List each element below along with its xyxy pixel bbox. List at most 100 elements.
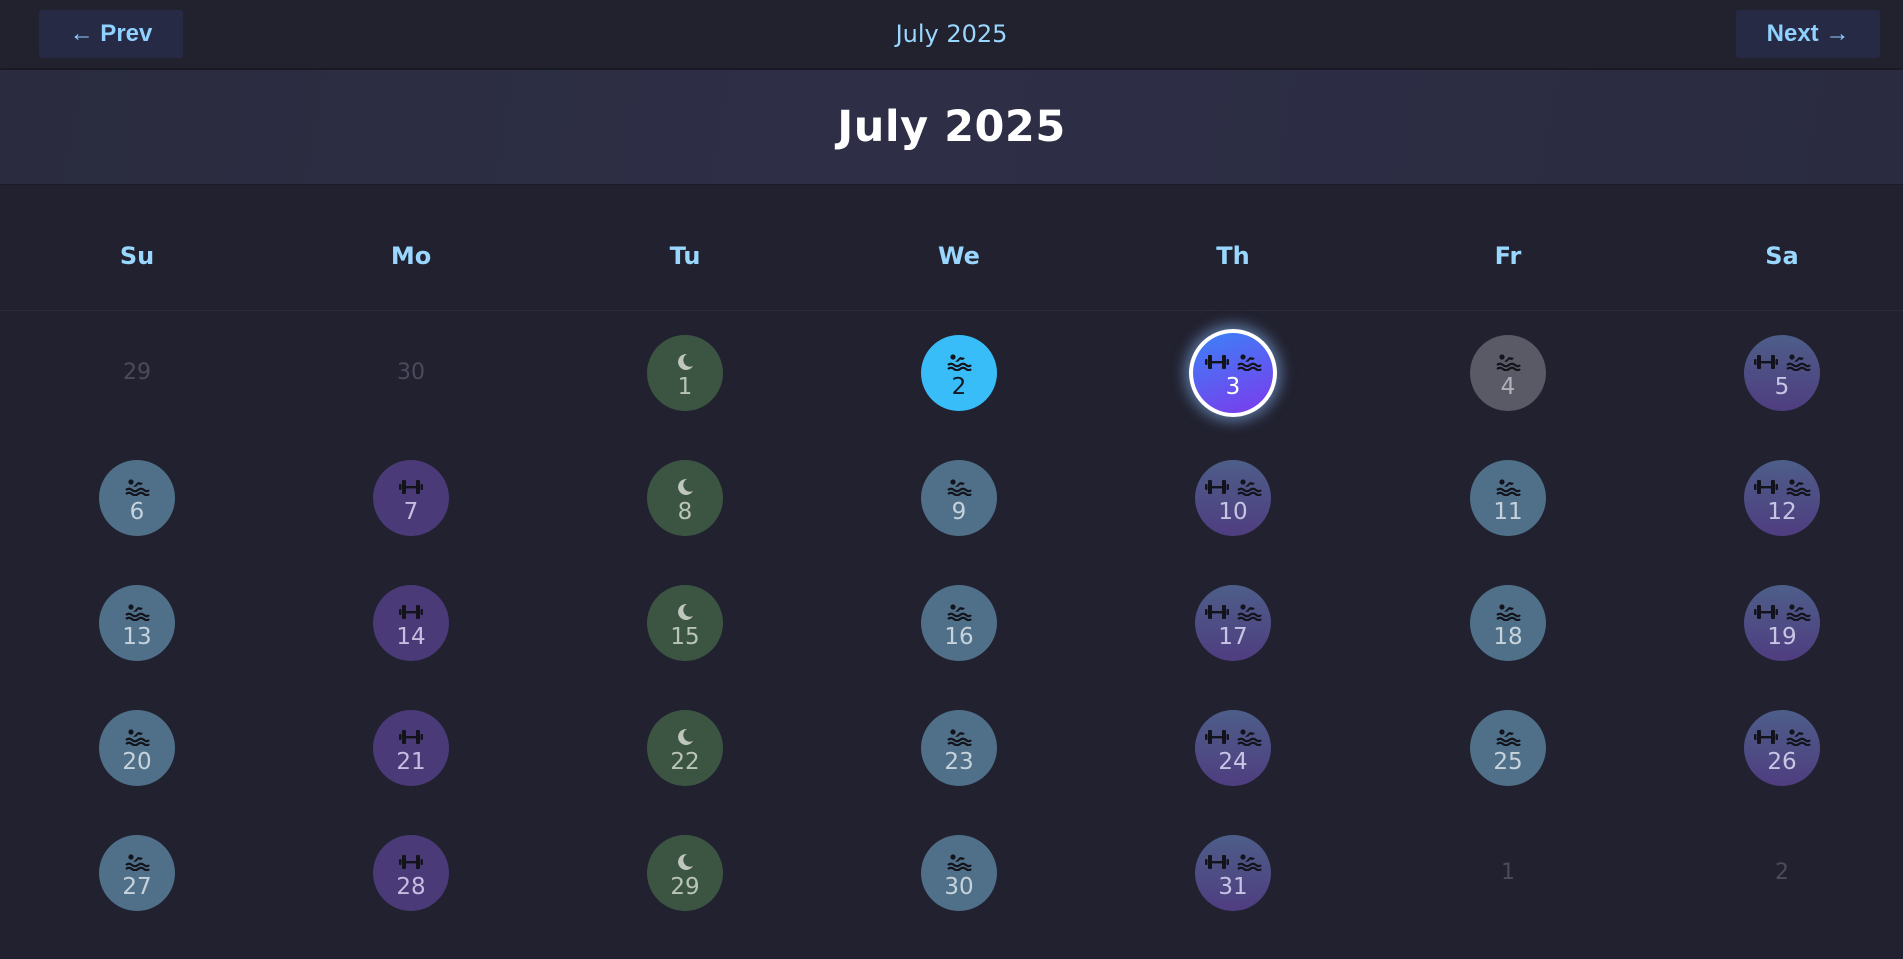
day-number: 4 <box>1500 373 1516 400</box>
calendar-day-4[interactable]: 4 <box>1470 335 1546 411</box>
day-number: 6 <box>129 498 145 525</box>
day-activity-icons <box>675 351 695 373</box>
day-number: 10 <box>1218 498 1248 525</box>
day-activity-icons <box>124 851 150 873</box>
day-activity-icons <box>946 851 972 873</box>
dumbbell-icon <box>398 478 424 496</box>
day-activity-icons <box>1495 351 1521 373</box>
calendar-day-outside-month[interactable]: 2 <box>1744 835 1820 911</box>
day-activity-icons <box>946 726 972 748</box>
day-activity-icons <box>1753 351 1811 373</box>
day-activity-icons <box>124 601 150 623</box>
calendar-day-3[interactable]: 3 <box>1189 329 1277 417</box>
day-activity-icons <box>1753 476 1811 498</box>
day-number: 2 <box>951 373 967 400</box>
calendar-day-6[interactable]: 6 <box>99 460 175 536</box>
swim-icon <box>1495 353 1521 371</box>
swim-icon <box>1236 603 1262 621</box>
swim-icon <box>1236 478 1262 496</box>
day-number: 15 <box>670 623 700 650</box>
swim-icon <box>1236 853 1262 871</box>
day-number: 18 <box>1493 623 1523 650</box>
calendar-day-26[interactable]: 26 <box>1744 710 1820 786</box>
swim-icon <box>946 853 972 871</box>
day-number: 14 <box>396 623 426 650</box>
calendar-day-18[interactable]: 18 <box>1470 585 1546 661</box>
calendar-day-24[interactable]: 24 <box>1195 710 1271 786</box>
calendar-day-19[interactable]: 19 <box>1744 585 1820 661</box>
calendar-day-9[interactable]: 9 <box>921 460 997 536</box>
swim-icon <box>946 728 972 746</box>
day-number: 30 <box>944 873 974 900</box>
calendar-day-11[interactable]: 11 <box>1470 460 1546 536</box>
day-activity-icons <box>1753 601 1811 623</box>
calendar-day-outside-month[interactable]: 1 <box>1470 835 1546 911</box>
calendar-day-5[interactable]: 5 <box>1744 335 1820 411</box>
day-activity-icons <box>1204 726 1262 748</box>
month-title: July 2025 <box>837 102 1066 152</box>
calendar-day-17[interactable]: 17 <box>1195 585 1271 661</box>
calendar-day-14[interactable]: 14 <box>373 585 449 661</box>
dumbbell-icon <box>398 728 424 746</box>
weekday-sunday: Su <box>119 242 155 270</box>
calendar-day-30[interactable]: 30 <box>921 835 997 911</box>
day-activity-icons <box>675 476 695 498</box>
calendar-day-25[interactable]: 25 <box>1470 710 1546 786</box>
day-number: 1 <box>1501 860 1515 885</box>
day-number: 23 <box>944 748 974 775</box>
calendar-day-2[interactable]: 2 <box>921 335 997 411</box>
calendar-day-20[interactable]: 20 <box>99 710 175 786</box>
day-number: 5 <box>1774 373 1790 400</box>
day-number: 29 <box>123 360 151 385</box>
day-activity-icons <box>1204 476 1262 498</box>
day-number: 12 <box>1767 498 1797 525</box>
day-activity-icons <box>124 476 150 498</box>
moon-icon <box>675 602 695 622</box>
day-activity-icons <box>946 351 972 373</box>
dumbbell-icon <box>398 603 424 621</box>
calendar-grid: 29 30 1 2 3 4 5 6 7 8 9 10 11 12 13 14 15 16 17 18 19 20 21 22 2… <box>0 311 1903 951</box>
dumbbell-icon <box>1204 478 1230 496</box>
calendar-day-outside-month[interactable]: 29 <box>99 335 175 411</box>
calendar-day-29[interactable]: 29 <box>647 835 723 911</box>
calendar-day-12[interactable]: 12 <box>1744 460 1820 536</box>
day-activity-icons <box>946 476 972 498</box>
day-activity-icons <box>1204 351 1262 373</box>
weekday-wednesday: We <box>938 242 980 270</box>
swim-icon <box>1785 353 1811 371</box>
calendar-day-13[interactable]: 13 <box>99 585 175 661</box>
swim-icon <box>1785 603 1811 621</box>
nav-month-label: July 2025 <box>895 20 1008 48</box>
day-activity-icons <box>1495 476 1521 498</box>
day-activity-icons <box>946 601 972 623</box>
swim-icon <box>1236 353 1262 371</box>
calendar-day-31[interactable]: 31 <box>1195 835 1271 911</box>
day-number: 13 <box>122 623 152 650</box>
calendar-day-7[interactable]: 7 <box>373 460 449 536</box>
calendar-day-21[interactable]: 21 <box>373 710 449 786</box>
day-number: 17 <box>1218 623 1248 650</box>
next-month-button[interactable]: Next → <box>1736 10 1880 58</box>
calendar-day-10[interactable]: 10 <box>1195 460 1271 536</box>
day-activity-icons <box>398 601 424 623</box>
calendar-day-15[interactable]: 15 <box>647 585 723 661</box>
day-number: 21 <box>396 748 426 775</box>
swim-icon <box>1785 728 1811 746</box>
swim-icon <box>946 353 972 371</box>
swim-icon <box>1236 728 1262 746</box>
calendar-day-27[interactable]: 27 <box>99 835 175 911</box>
calendar-day-outside-month[interactable]: 30 <box>373 335 449 411</box>
calendar-day-8[interactable]: 8 <box>647 460 723 536</box>
calendar-day-28[interactable]: 28 <box>373 835 449 911</box>
calendar-day-22[interactable]: 22 <box>647 710 723 786</box>
dumbbell-icon <box>1753 478 1779 496</box>
day-number: 24 <box>1218 748 1248 775</box>
day-number: 7 <box>403 498 419 525</box>
day-number: 26 <box>1767 748 1797 775</box>
moon-icon <box>675 352 695 372</box>
top-nav-bar: ← Prev July 2025 Next → <box>0 0 1903 68</box>
calendar-day-23[interactable]: 23 <box>921 710 997 786</box>
day-activity-icons <box>1204 601 1262 623</box>
calendar-day-1[interactable]: 1 <box>647 335 723 411</box>
calendar-day-16[interactable]: 16 <box>921 585 997 661</box>
